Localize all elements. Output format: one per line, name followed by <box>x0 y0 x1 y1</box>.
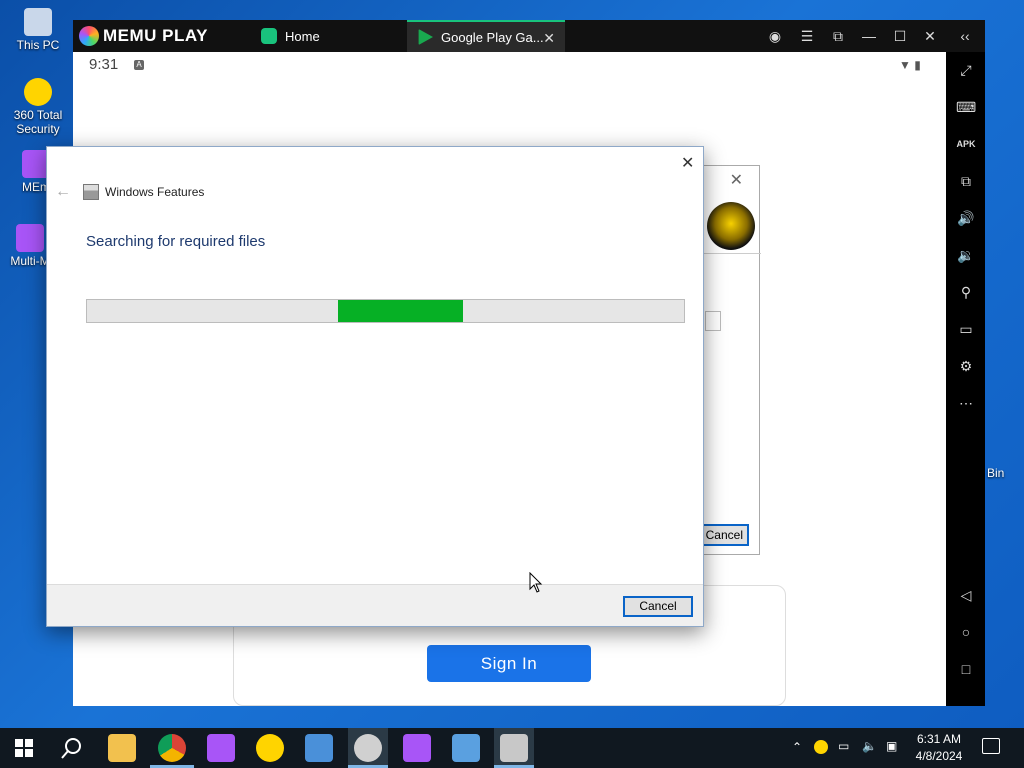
back-icon[interactable]: ◁ <box>956 585 976 605</box>
memu-home-icon <box>261 28 277 44</box>
memu-logo-icon <box>79 26 99 46</box>
memu-sidebar: ⤢ ⌨ APK ⧉ 🔊 🔉 ⚲ ▭ ⚙ ⋯ ◁ ○ □ <box>946 52 985 706</box>
tab-label: Google Play Ga... <box>441 29 544 45</box>
recents-icon[interactable]: □ <box>956 659 976 679</box>
multi-window-icon[interactable]: ⧉ <box>956 171 976 191</box>
start-button[interactable] <box>0 728 48 768</box>
network-icon[interactable]: ▭ <box>838 739 849 753</box>
screenshot-icon[interactable]: ⧉ <box>828 26 848 46</box>
progress-fill <box>337 300 464 322</box>
collapse-sidebar-icon[interactable]: ‹‹ <box>955 26 975 46</box>
system-tray: ⌃ ▭ 🔈 ▣ <box>788 728 908 768</box>
settings-icon[interactable]: ⚙ <box>956 356 976 376</box>
fullscreen-icon[interactable]: ⤢ <box>956 60 976 80</box>
memu-titlebar: MEMU PLAY Home Google Play Ga... ✕ ◉ ☰ ⧉… <box>73 20 985 52</box>
file-explorer-icon[interactable] <box>108 734 136 762</box>
counter-strike-logo-icon <box>707 202 755 250</box>
counter-strike-icon[interactable] <box>354 734 382 762</box>
mouse-cursor-icon <box>529 572 543 593</box>
folder-icon[interactable]: ▭ <box>956 319 976 339</box>
tab-home[interactable]: Home <box>251 20 403 52</box>
multi-memu-icon <box>16 224 44 252</box>
taskbar-clock[interactable]: 6:31 AM 4/8/2024 <box>907 731 971 765</box>
maximize-icon[interactable]: ☐ <box>890 26 910 46</box>
360-security-icon <box>24 78 52 106</box>
menu-icon[interactable]: ☰ <box>797 26 817 46</box>
google-play-games-icon <box>418 29 433 45</box>
location-icon[interactable]: ⚲ <box>956 282 976 302</box>
progress-bar <box>86 299 685 323</box>
volume-up-icon[interactable]: 🔊 <box>956 208 976 228</box>
status-time: 9:31 <box>89 56 119 73</box>
tray-monitor-icon[interactable]: ▣ <box>886 739 897 753</box>
sign-in-button[interactable]: Sign In <box>427 645 591 682</box>
close-icon[interactable]: ✕ <box>920 26 940 46</box>
desktop-icon-label: Multi-M <box>10 254 50 268</box>
search-icon <box>61 738 81 759</box>
windows-logo-icon <box>15 739 33 757</box>
multi-memu-taskbar-icon[interactable] <box>403 734 431 762</box>
memu-taskbar-icon[interactable] <box>207 734 235 762</box>
this-pc-icon <box>24 8 52 36</box>
dialog-title: Windows Features <box>105 185 205 199</box>
dialog-close-icon[interactable]: ✕ <box>681 153 694 173</box>
bg-close-icon[interactable]: ✕ <box>730 170 743 190</box>
volume-muted-icon[interactable]: 🔈 <box>862 739 877 753</box>
memu-brand: MEMU PLAY <box>103 26 208 45</box>
apk-icon[interactable]: APK <box>956 134 976 154</box>
dialog-footer: Cancel <box>47 584 703 626</box>
status-notification-icon: A <box>134 60 144 70</box>
taskbar: ⌃ ▭ 🔈 ▣ 6:31 AM 4/8/2024 <box>0 728 1024 768</box>
clock-time: 6:31 AM <box>916 732 962 746</box>
control-panel-icon[interactable] <box>452 734 480 762</box>
chrome-icon[interactable] <box>158 734 186 762</box>
clock-date: 4/8/2024 <box>915 749 963 763</box>
minimize-icon[interactable]: — <box>859 26 879 46</box>
tray-360-icon[interactable] <box>814 740 828 754</box>
dialog-heading: Searching for required files <box>86 233 266 250</box>
back-arrow-icon: ← <box>55 183 71 200</box>
notification-icon[interactable] <box>982 738 1000 754</box>
cancel-button[interactable]: Cancel <box>623 596 693 617</box>
360-taskbar-icon[interactable] <box>256 734 284 762</box>
tab-label: Home <box>285 28 320 44</box>
tab-close-icon[interactable]: ✕ <box>543 30 555 47</box>
windows-features-dialog: ✕ ← Windows Features Searching for requi… <box>46 146 704 627</box>
volume-down-icon[interactable]: 🔉 <box>956 245 976 265</box>
desktop-icon-label: 360 Total Security <box>13 108 63 136</box>
search-button[interactable] <box>48 728 96 768</box>
home-icon[interactable]: ○ <box>956 622 976 642</box>
more-icon[interactable]: ⋯ <box>956 393 976 413</box>
installer-icon[interactable] <box>305 734 333 762</box>
desktop-icon-this-pc[interactable]: This PC <box>6 8 70 52</box>
bg-input-field[interactable] <box>705 311 721 331</box>
keyboard-icon[interactable]: ⌨ <box>956 97 976 117</box>
tray-expand-icon[interactable]: ⌃ <box>792 740 802 754</box>
windows-features-icon <box>83 184 99 200</box>
bg-cancel-button[interactable]: Cancel <box>701 524 749 546</box>
account-icon[interactable]: ◉ <box>765 26 785 46</box>
desktop-icon-360-security[interactable]: 360 Total Security <box>6 78 70 136</box>
desktop-icon-label: This PC <box>16 38 60 52</box>
memu-logo: MEMU PLAY <box>79 26 208 46</box>
status-wifi-battery-icon: ▼ ▮ <box>899 58 921 72</box>
windows-features-icon[interactable] <box>500 734 528 762</box>
tab-google-play-games[interactable]: Google Play Ga... ✕ <box>407 20 565 52</box>
recycle-bin-label[interactable]: Bin <box>987 466 1004 480</box>
